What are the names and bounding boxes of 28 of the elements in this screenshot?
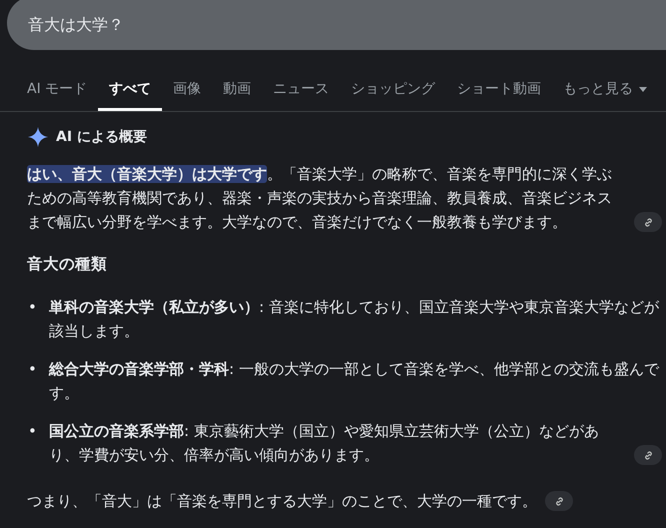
summary-text: つまり、「音大」は「音楽を専門とする大学」のことで、大学の一種です。 <box>27 491 537 512</box>
more-tab[interactable]: もっと見る <box>552 72 658 111</box>
link-icon <box>642 450 654 460</box>
caret-icon <box>639 86 648 92</box>
tab[interactable]: ショッピング <box>340 72 446 111</box>
tab[interactable]: 動画 <box>212 72 262 111</box>
link-button[interactable] <box>634 445 662 465</box>
bullet: • <box>27 421 38 442</box>
list-item-text: 総合大学の音楽学部・学科: 一般の大学の一部として音楽を学べ、他学部との交流も盛んです。 <box>49 359 660 404</box>
tab[interactable]: ショート動画 <box>446 72 552 111</box>
search-field[interactable]: 音大は大学？ <box>7 0 666 50</box>
link-button[interactable] <box>634 212 662 232</box>
list-item-text: 国公立の音楽系学部: 東京藝術大学（国立）や愛知県立芸術大学（公立）などがあり、学費が安い分、倍率が高い傾向があります。 <box>49 421 600 466</box>
link-icon <box>642 216 654 228</box>
list-item-text: 単科の音楽大学（私立が多い）: 音楽に特化しており、国立音楽大学や東京音楽大学などが該当します。 <box>49 297 660 342</box>
link-button[interactable] <box>545 491 573 511</box>
bullet: • <box>27 359 38 380</box>
tab[interactable]: すべて <box>98 72 162 111</box>
bullet: • <box>27 297 38 318</box>
sparkle-icon <box>27 126 49 148</box>
link-icon <box>554 496 564 506</box>
tab[interactable]: 画像 <box>162 72 212 111</box>
tab[interactable]: AI モード <box>16 72 98 111</box>
answer-text: はい、音大（音楽大学）は大学です。「音楽大学」の略称で、音楽を専門的に深く学ぶための高等教育機関であり、器楽・声楽の実技から音楽理論、教員養成、音楽ビジネスまで幅広い分野を学べます。大学なので、音楽だけでなく一般教養も学びます。 <box>27 164 613 233</box>
overview-title: AI による概要 <box>56 128 147 146</box>
section-heading: 音大の種類 <box>27 254 108 275</box>
search-query: 音大は大学？ <box>28 14 124 36</box>
tab[interactable]: ニュース <box>262 72 340 111</box>
